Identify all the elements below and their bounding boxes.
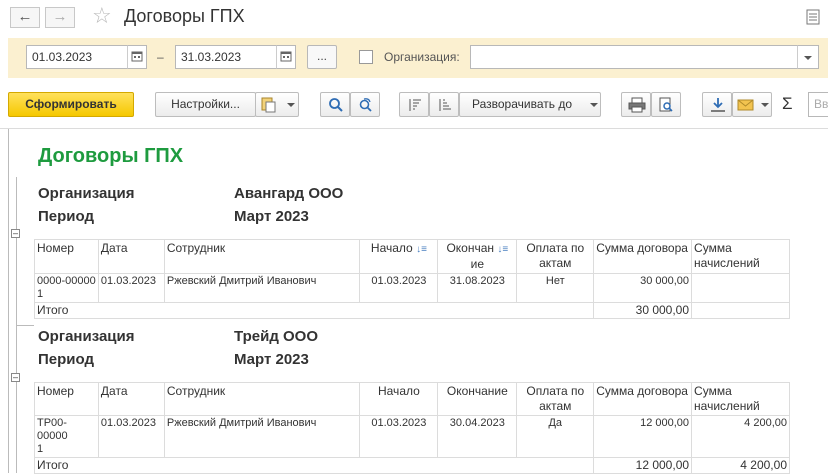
table-total-row: Итого 12 000,00 4 200,00 xyxy=(33,457,790,474)
print-preview-icon xyxy=(659,97,673,112)
column-header[interactable]: Номер xyxy=(34,239,99,274)
column-header[interactable]: Дата xyxy=(97,382,165,416)
outline-line xyxy=(16,177,17,325)
collapse-group-icon[interactable]: – xyxy=(11,229,20,238)
contracts-table: Номер Дата Сотрудник Начало ↓≡ Окончан ↓… xyxy=(33,239,790,319)
date-from-calendar-button[interactable] xyxy=(127,45,147,69)
column-header[interactable]: Сумма договора xyxy=(593,382,693,416)
column-header[interactable]: Оплата по актам xyxy=(516,382,595,416)
calendar-icon xyxy=(131,51,143,62)
chevron-down-icon xyxy=(804,56,812,60)
sort-ascending-button[interactable] xyxy=(399,92,429,117)
column-header[interactable]: Сумма начислений xyxy=(691,239,790,274)
org-value: Авангард ООО xyxy=(234,185,344,202)
column-header[interactable]: Окончан ↓≡ ие xyxy=(437,239,518,274)
column-header[interactable]: Окончание xyxy=(437,382,518,416)
period-label: Период xyxy=(38,351,94,368)
search-next-icon xyxy=(359,98,372,112)
column-header[interactable]: Номер xyxy=(34,382,99,416)
org-label: Организация xyxy=(38,185,135,202)
sum-icon[interactable]: Σ xyxy=(782,94,793,114)
contracts-table: Номер Дата Сотрудник Начало Окончание Оп… xyxy=(33,382,790,474)
sort-indicator-icon: ↓≡ xyxy=(497,244,509,255)
column-header[interactable]: Начало xyxy=(359,382,439,416)
column-header[interactable]: Сотрудник xyxy=(163,382,361,416)
outline-line xyxy=(16,321,17,473)
find-next-button[interactable] xyxy=(350,92,380,117)
column-header[interactable]: Оплата по актам xyxy=(516,239,595,274)
organization-dropdown-button[interactable] xyxy=(797,45,819,69)
org-label: Организация xyxy=(38,328,135,345)
table-row[interactable]: ТР00-00000 1 01.03.2023 Ржевский Дмитрий … xyxy=(34,415,790,458)
chevron-down-icon xyxy=(590,103,598,107)
organization-checkbox[interactable] xyxy=(359,50,373,64)
sort-ascending-icon xyxy=(409,99,421,111)
print-preview-button[interactable] xyxy=(651,92,681,117)
chevron-down-icon xyxy=(761,103,769,107)
report-title: Договоры ГПХ xyxy=(38,145,184,167)
column-header[interactable]: Сумма договора xyxy=(593,239,693,274)
variants-button[interactable] xyxy=(255,92,299,117)
expand-to-button[interactable]: Разворачивать до xyxy=(459,92,601,117)
printer-icon xyxy=(628,97,646,113)
date-range-dash: – xyxy=(157,50,164,64)
outline-line xyxy=(16,325,34,326)
table-row[interactable]: 0000-00000 1 01.03.2023 Ржевский Дмитрий … xyxy=(34,273,790,303)
sum-value-field[interactable]: Вв xyxy=(808,92,828,117)
column-header[interactable]: Сумма начислений xyxy=(691,382,790,416)
outline-line xyxy=(8,129,9,473)
window-title: Договоры ГПХ xyxy=(124,6,245,26)
find-button[interactable] xyxy=(320,92,350,117)
table-total-row: Итого 30 000,00 xyxy=(33,302,790,319)
more-menu-icon[interactable] xyxy=(806,9,820,27)
collapse-group-icon[interactable]: – xyxy=(11,373,20,382)
report-variants-icon xyxy=(261,97,276,113)
arrow-left-icon: ← xyxy=(17,8,33,25)
generate-button[interactable]: Сформировать xyxy=(8,92,134,117)
period-label: Период xyxy=(38,208,94,225)
date-to-calendar-button[interactable] xyxy=(276,45,296,69)
calendar-icon xyxy=(280,51,292,62)
sort-indicator-icon: ↓≡ xyxy=(416,244,427,255)
print-button[interactable] xyxy=(621,92,651,117)
expand-to-label: Разворачивать до xyxy=(472,97,573,111)
sort-descending-icon xyxy=(439,99,451,111)
table-header-row: Номер Дата Сотрудник Начало ↓≡ Окончан ↓… xyxy=(34,239,790,274)
arrow-right-icon: → xyxy=(52,8,68,25)
column-header[interactable]: Сотрудник xyxy=(163,239,361,274)
org-value: Трейд ООО xyxy=(234,328,319,345)
download-icon xyxy=(711,98,725,112)
save-to-file-button[interactable] xyxy=(702,92,732,117)
table-header-row: Номер Дата Сотрудник Начало Окончание Оп… xyxy=(34,382,790,416)
envelope-icon xyxy=(737,99,754,111)
send-email-button[interactable] xyxy=(732,92,772,117)
search-icon xyxy=(329,98,343,112)
title-bar: ← → ☆ Договоры ГПХ xyxy=(0,0,828,36)
chevron-down-icon xyxy=(287,103,295,107)
column-header[interactable]: Дата xyxy=(97,239,165,274)
report-sheet: – – Договоры ГПХ Организация Авангард ОО… xyxy=(0,128,828,474)
back-button[interactable]: ← xyxy=(10,7,40,28)
period-value: Март 2023 xyxy=(234,351,309,368)
forward-button[interactable]: → xyxy=(45,7,75,28)
favorite-star-icon[interactable]: ☆ xyxy=(92,4,112,28)
period-value: Март 2023 xyxy=(234,208,309,225)
period-select-button[interactable]: ... xyxy=(307,45,337,69)
date-from-input[interactable]: 01.03.2023 xyxy=(26,45,128,69)
organization-label: Организация: xyxy=(384,50,460,64)
date-to-input[interactable]: 31.03.2023 xyxy=(175,45,277,69)
sort-descending-button[interactable] xyxy=(429,92,459,117)
organization-input[interactable] xyxy=(470,45,798,69)
settings-button[interactable]: Настройки... xyxy=(155,92,256,117)
column-header[interactable]: Начало ↓≡ xyxy=(359,239,439,274)
